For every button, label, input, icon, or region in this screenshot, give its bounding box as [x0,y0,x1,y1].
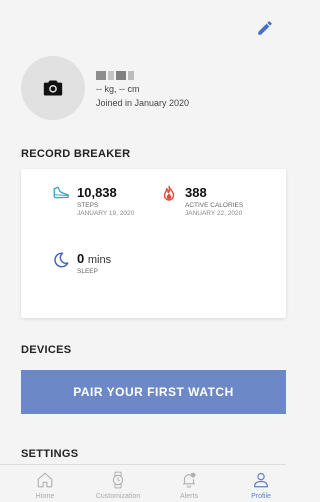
pair-watch-button[interactable]: PAIR YOUR FIRST WATCH [21,370,286,414]
tab-customization[interactable]: Customization [88,465,148,502]
body-stats: -- kg, -- cm [96,84,140,94]
calories-date: JANUARY 22, 2020 [185,210,243,217]
sleep-value: 0 mins [77,251,111,266]
devices-heading: DEVICES [21,344,72,356]
tab-alerts-label: Alerts [180,493,198,500]
tab-customization-label: Customization [95,493,141,500]
tab-home[interactable]: Home [15,465,75,502]
steps-label: STEPS [77,202,99,209]
camera-icon [43,80,63,96]
edit-profile-button[interactable] [256,19,274,37]
tab-alerts[interactable]: Alerts [159,465,219,502]
calories-label: ACTIVE CALORIES [185,202,244,209]
moon-icon [54,252,69,268]
profile-screen: -- kg, -- cm Joined in January 2020 RECO… [0,0,286,502]
sleep-unit: mins [87,254,112,266]
settings-heading: SETTINGS [21,448,79,460]
watch-icon [112,471,124,489]
pencil-icon [258,21,272,35]
joined-date: Joined in January 2020 [96,98,190,108]
record-steps[interactable]: 10,838 STEPS JANUARY 19, 2020 [52,185,152,225]
avatar[interactable] [21,56,85,120]
sleep-number: 0 [77,251,85,266]
bottom-tab-bar: Home Customization Alerts Profile [0,464,286,502]
person-icon [254,472,268,488]
sleep-label: SLEEP [77,268,98,275]
steps-value: 10,838 [77,185,117,200]
steps-date: JANUARY 19, 2020 [77,210,135,217]
record-breaker-heading: RECORD BREAKER [21,148,131,160]
record-breaker-card[interactable]: 10,838 STEPS JANUARY 19, 2020 388 ACTIVE… [21,169,286,318]
flame-icon [163,185,175,201]
tab-home-label: Home [35,493,55,500]
record-sleep[interactable]: 0 mins SLEEP [52,251,152,281]
bell-icon [183,472,196,488]
user-name-redacted [96,71,136,80]
tab-profile-label: Profile [251,493,271,500]
calories-value: 388 [185,185,207,200]
record-active-calories[interactable]: 388 ACTIVE CALORIES JANUARY 22, 2020 [160,185,275,225]
shoe-icon [53,186,69,199]
home-icon [37,472,53,488]
tab-profile[interactable]: Profile [231,465,291,502]
